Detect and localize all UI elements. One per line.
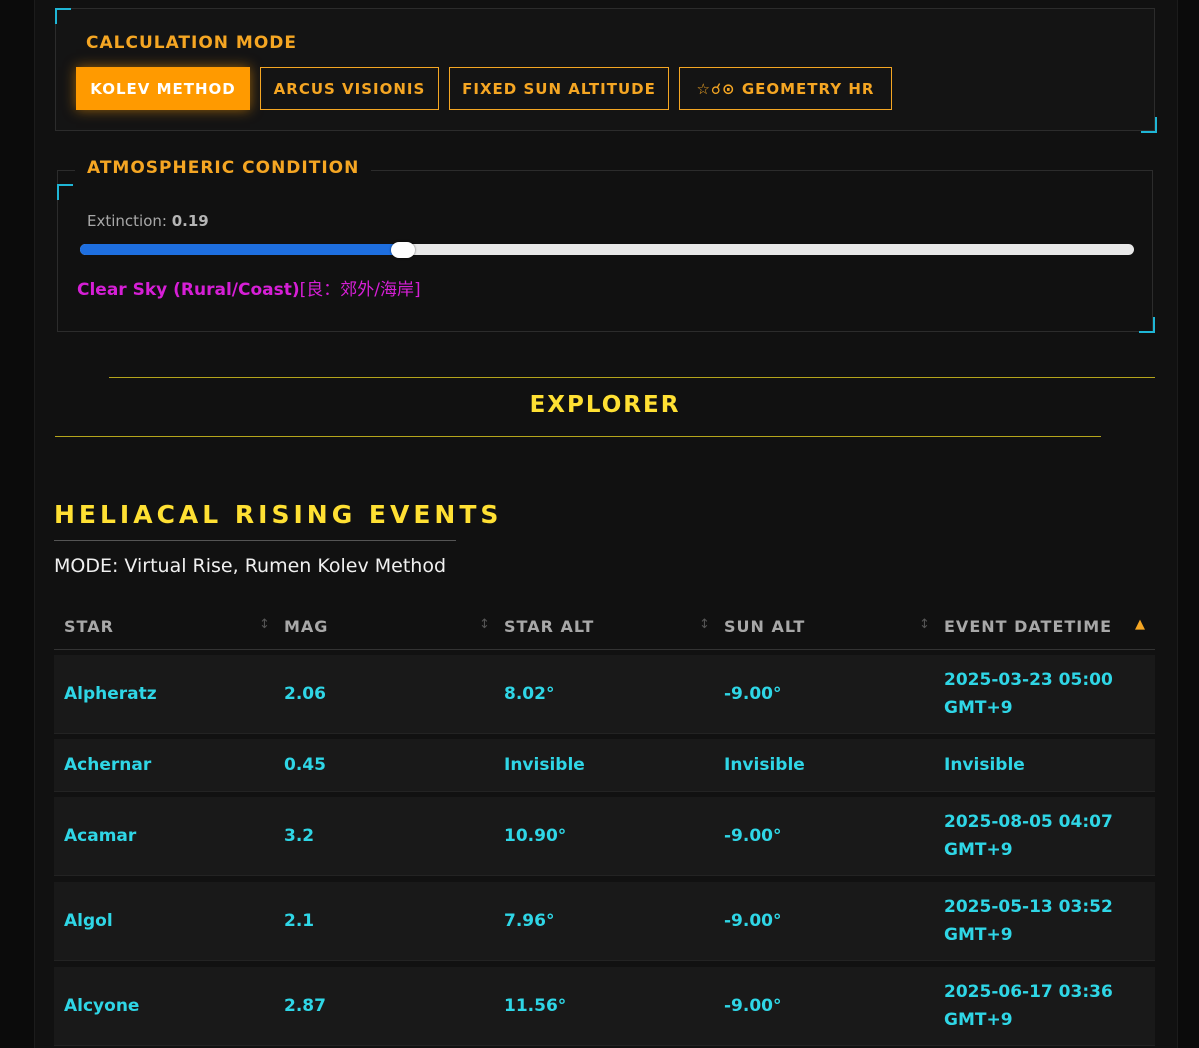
cell-mag: 3.2 (284, 826, 315, 846)
table-row[interactable]: Alpheratz 2.06 8.02° -9.00° 2025-03-23 0… (54, 655, 1155, 734)
sky-condition-label: Clear Sky (Rural/Coast)[良：郊外/海岸] (77, 275, 421, 300)
cell-star: Acamar (64, 826, 137, 846)
table-row[interactable]: Acamar 3.2 10.90° -9.00° 2025-08-05 04:0… (54, 797, 1155, 876)
cell-star-alt: 8.02° (504, 684, 555, 704)
cell-event-datetime: 2025-05-13 03:52 GMT+9 (944, 882, 1113, 960)
arcus-visionis-button[interactable]: ARCUS VISIONIS (260, 67, 439, 110)
column-header-event-datetime[interactable]: EVENT DATETIME (944, 603, 1112, 649)
cell-sun-alt: -9.00° (724, 911, 782, 931)
column-header-sun-alt[interactable]: SUN ALT (724, 603, 805, 649)
cell-star-alt: 10.90° (504, 826, 567, 846)
cell-star-alt: 11.56° (504, 996, 567, 1016)
cell-sun-alt: Invisible (724, 755, 805, 775)
sort-icon[interactable]: ↕ (699, 617, 710, 632)
kolev-method-button[interactable]: KOLEV METHOD (76, 67, 250, 110)
explorer-bottom-line (55, 436, 1101, 437)
fixed-sun-altitude-button[interactable]: FIXED SUN ALTITUDE (449, 67, 669, 110)
cell-star: Algol (64, 911, 113, 931)
cell-star-alt: 7.96° (504, 911, 555, 931)
table-row[interactable]: Achernar 0.45 Invisible Invisible Invisi… (54, 739, 1155, 792)
panel-corner (57, 184, 73, 200)
events-title: HELIACAL RISING EVENTS (54, 500, 503, 529)
cell-star: Achernar (64, 755, 152, 775)
sky-condition-cjk: [良：郊外/海岸] (299, 280, 421, 300)
cell-sun-alt: -9.00° (724, 684, 782, 704)
column-header-star[interactable]: STAR (64, 603, 114, 649)
slider-thumb[interactable] (390, 242, 415, 258)
timezone-text: GMT+9 (944, 840, 1013, 860)
cell-star: Alcyone (64, 996, 140, 1016)
cell-mag: 2.06 (284, 684, 326, 704)
slider-fill (80, 244, 403, 255)
sort-icon[interactable]: ↕ (479, 617, 490, 632)
datetime-text: 2025-06-17 03:36 (944, 982, 1113, 1002)
cell-mag: 2.87 (284, 996, 326, 1016)
events-mode-text: MODE: Virtual Rise, Rumen Kolev Method (54, 555, 447, 577)
column-header-mag[interactable]: MAG (284, 603, 328, 649)
atmospheric-condition-title: ATMOSPHERIC CONDITION (75, 158, 372, 178)
sort-icon[interactable]: ↕ (919, 617, 930, 632)
table-row[interactable]: Algol 2.1 7.96° -9.00° 2025-05-13 03:52 … (54, 882, 1155, 961)
extinction-value: 0.19 (171, 212, 209, 230)
cell-event-datetime: 2025-03-23 05:00 GMT+9 (944, 655, 1113, 733)
cell-event-datetime: 2025-06-17 03:36 GMT+9 (944, 967, 1113, 1045)
cell-mag: 0.45 (284, 755, 326, 775)
calculation-mode-title: CALCULATION MODE (86, 33, 298, 53)
cell-event-datetime: 2025-08-05 04:07 GMT+9 (944, 797, 1113, 875)
datetime-text: 2025-03-23 05:00 (944, 670, 1113, 690)
cell-mag: 2.1 (284, 911, 315, 931)
cell-star-alt: Invisible (504, 755, 585, 775)
column-header-star-alt[interactable]: STAR ALT (504, 603, 594, 649)
cell-event-datetime: Invisible (944, 755, 1025, 775)
timezone-text: GMT+9 (944, 925, 1013, 945)
panel-corner (1139, 317, 1155, 333)
cell-sun-alt: -9.00° (724, 996, 782, 1016)
timezone-text: GMT+9 (944, 698, 1013, 718)
sort-ascending-icon[interactable]: ▲ (1135, 617, 1145, 632)
cell-sun-alt: -9.00° (724, 826, 782, 846)
panel-corner (1141, 117, 1157, 133)
extinction-slider[interactable] (80, 244, 1134, 255)
panel-corner (55, 8, 71, 24)
table-header: STAR ↕ MAG ↕ STAR ALT ↕ SUN ALT ↕ EVENT … (54, 603, 1155, 650)
timezone-text: GMT+9 (944, 1010, 1013, 1030)
extinction-label-text: Extinction: (87, 212, 167, 230)
extinction-label: Extinction: 0.19 (87, 212, 209, 230)
datetime-text: 2025-05-13 03:52 (944, 897, 1113, 917)
datetime-text: 2025-08-05 04:07 (944, 812, 1113, 832)
explorer-top-line (109, 377, 1155, 378)
events-title-underline (54, 540, 456, 541)
cell-star: Alpheratz (64, 684, 157, 704)
explorer-title: EXPLORER (529, 392, 681, 418)
table-row[interactable]: Alcyone 2.87 11.56° -9.00° 2025-06-17 03… (54, 967, 1155, 1046)
sky-condition-text: Clear Sky (Rural/Coast) (77, 280, 300, 300)
sort-icon[interactable]: ↕ (259, 617, 270, 632)
geometry-hr-button[interactable]: ☆☌⊙ GEOMETRY HR (679, 67, 892, 110)
